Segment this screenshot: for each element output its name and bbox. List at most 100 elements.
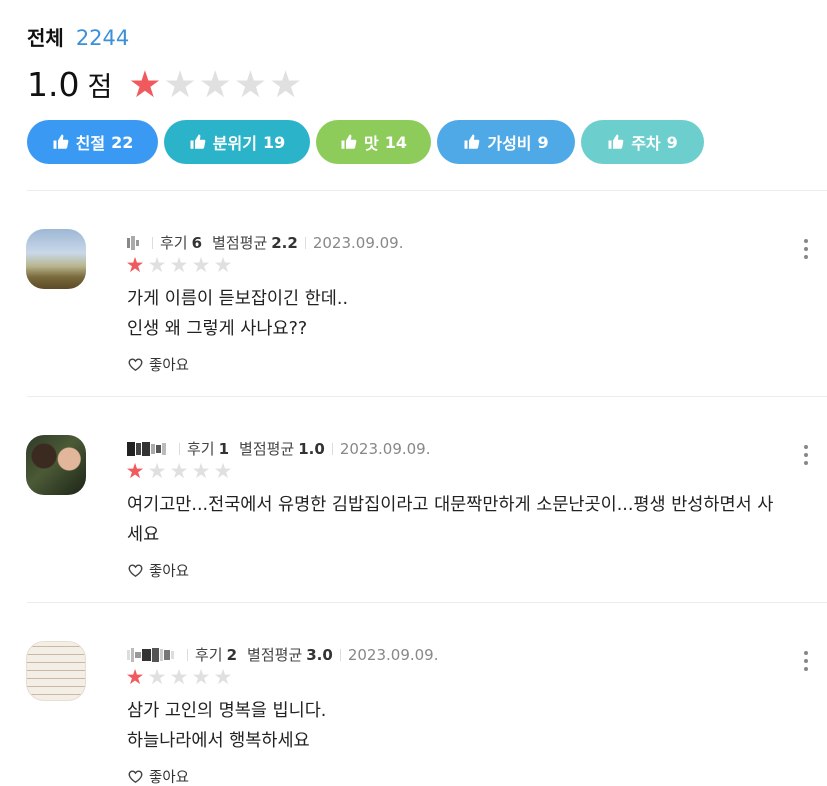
like-button[interactable]: 좋아요 bbox=[127, 354, 189, 375]
thumbs-up-icon bbox=[190, 134, 206, 149]
score-row: 1.0 점 ★ ★ ★ ★ ★ bbox=[27, 65, 302, 104]
keyword-chips: 친절 22 분위기 19 맛 14 가성비 9 주차 9 bbox=[27, 120, 704, 164]
review-star-rating: ★ ★ ★ ★ ★ bbox=[124, 255, 234, 276]
star-icon: ★ bbox=[269, 63, 303, 106]
heart-outline-icon bbox=[128, 564, 143, 578]
avg-rating: 3.0 bbox=[306, 645, 333, 664]
star-icon: ★ bbox=[169, 459, 189, 483]
chip-label: 주차 bbox=[631, 134, 661, 153]
star-icon: ★ bbox=[191, 253, 211, 277]
review-date: 2023.09.09. bbox=[339, 439, 431, 458]
heart-outline-icon bbox=[128, 358, 143, 372]
like-label: 좋아요 bbox=[149, 358, 190, 374]
thumbs-up-icon bbox=[341, 134, 357, 149]
review-star-rating: ★ ★ ★ ★ ★ bbox=[124, 667, 234, 688]
avatar[interactable] bbox=[26, 641, 86, 701]
nickname-blurred[interactable] bbox=[127, 647, 174, 662]
chip-count: 14 bbox=[384, 132, 407, 152]
review-text: 가게 이름이 듣보잡이긴 한데.. 인생 왜 그렇게 사나요?? bbox=[127, 284, 817, 344]
heart-outline-icon bbox=[128, 770, 143, 784]
star-icon: ★ bbox=[169, 253, 189, 277]
more-vertical-icon bbox=[804, 445, 808, 449]
review-text-line: 여기고만...전국에서 유명한 김밥집이라고 대문짝만하게 소문난곳이...평생… bbox=[127, 495, 774, 515]
review-count-label: 후기 bbox=[160, 234, 188, 252]
review-text-line: 인생 왜 그렇게 사나요?? bbox=[127, 319, 308, 339]
review-count: 1 bbox=[218, 439, 230, 458]
avg-rating-label: 별점평균 bbox=[212, 234, 268, 252]
avatar[interactable] bbox=[26, 229, 86, 289]
avatar[interactable] bbox=[26, 435, 86, 495]
chip-label: 친절 bbox=[75, 134, 106, 153]
star-icon: ★ bbox=[147, 459, 167, 483]
separator bbox=[331, 442, 333, 455]
star-icon: ★ bbox=[169, 665, 189, 689]
thumbs-up-icon bbox=[608, 134, 624, 149]
like-button[interactable]: 좋아요 bbox=[127, 560, 189, 581]
more-options-button[interactable] bbox=[803, 651, 809, 671]
average-score: 1.0 bbox=[27, 65, 80, 104]
chip-taste[interactable]: 맛 14 bbox=[316, 120, 431, 164]
chip-count: 22 bbox=[111, 132, 134, 152]
chip-label: 가성비 bbox=[487, 134, 532, 153]
review-count-label: 후기 bbox=[195, 646, 223, 664]
star-icon: ★ bbox=[191, 459, 211, 483]
review-text-line: 삼가 고인의 명복을 빕니다. bbox=[127, 701, 327, 721]
more-options-button[interactable] bbox=[803, 445, 809, 465]
review-date: 2023.09.09. bbox=[347, 645, 439, 664]
star-icon: ★ bbox=[213, 253, 233, 277]
star-icon: ★ bbox=[128, 63, 162, 106]
divider bbox=[27, 396, 827, 397]
nickname-blurred[interactable] bbox=[127, 235, 139, 250]
separator bbox=[179, 442, 180, 455]
star-icon: ★ bbox=[125, 459, 145, 483]
nickname-blurred[interactable] bbox=[127, 441, 166, 456]
total-label: 전체 bbox=[27, 26, 64, 50]
star-icon: ★ bbox=[147, 665, 167, 689]
total-row: 전체 2244 bbox=[27, 22, 302, 51]
chip-label: 맛 bbox=[364, 134, 379, 153]
chip-count: 9 bbox=[537, 132, 549, 152]
star-icon: ★ bbox=[233, 63, 268, 106]
star-icon: ★ bbox=[198, 63, 232, 106]
review-text-line: 가게 이름이 듣보잡이긴 한데.. bbox=[127, 289, 349, 309]
total-count: 2244 bbox=[75, 26, 130, 50]
star-icon: ★ bbox=[213, 459, 233, 483]
like-button[interactable]: 좋아요 bbox=[127, 766, 189, 786]
chip-atmosphere[interactable]: 분위기 19 bbox=[164, 120, 310, 164]
separator bbox=[304, 236, 306, 249]
avg-rating: 2.2 bbox=[271, 233, 298, 252]
review-text: 여기고만...전국에서 유명한 김밥집이라고 대문짝만하게 소문난곳이...평생… bbox=[127, 490, 817, 550]
divider bbox=[27, 190, 827, 191]
chip-count: 9 bbox=[666, 132, 678, 152]
review-text-line: 하늘나라에서 행복하세요 bbox=[127, 731, 310, 751]
chip-parking[interactable]: 주차 9 bbox=[581, 120, 704, 164]
review-date: 2023.09.09. bbox=[312, 233, 404, 252]
review-meta: 후기 2 별점평균 3.0 2023.09.09. bbox=[127, 644, 438, 665]
score-unit: 점 bbox=[87, 72, 113, 103]
star-icon: ★ bbox=[213, 665, 233, 689]
star-icon: ★ bbox=[125, 665, 145, 689]
review-text: 삼가 고인의 명복을 빕니다. 하늘나라에서 행복하세요 bbox=[127, 696, 817, 756]
separator bbox=[339, 648, 341, 661]
star-icon: ★ bbox=[125, 253, 145, 277]
thumbs-up-icon bbox=[53, 134, 69, 149]
avg-rating: 1.0 bbox=[298, 439, 325, 458]
review-star-rating: ★ ★ ★ ★ ★ bbox=[124, 461, 234, 482]
star-icon: ★ bbox=[163, 63, 197, 106]
chip-count: 19 bbox=[262, 132, 286, 152]
review-meta: 후기 1 별점평균 1.0 2023.09.09. bbox=[127, 438, 430, 459]
thumbs-up-icon bbox=[464, 134, 480, 149]
review-count: 2 bbox=[226, 645, 238, 664]
separator bbox=[152, 236, 153, 249]
like-label: 좋아요 bbox=[149, 770, 190, 786]
chip-label: 분위기 bbox=[212, 134, 257, 153]
review-count-label: 후기 bbox=[187, 440, 215, 458]
average-star-rating: ★ ★ ★ ★ ★ bbox=[128, 66, 302, 103]
chip-value[interactable]: 가성비 9 bbox=[437, 120, 575, 164]
rating-summary: 전체 2244 1.0 점 ★ ★ ★ ★ ★ bbox=[27, 22, 302, 104]
review-count: 6 bbox=[191, 233, 203, 252]
avg-rating-label: 별점평균 bbox=[247, 646, 303, 664]
more-options-button[interactable] bbox=[803, 239, 809, 259]
more-vertical-icon bbox=[804, 651, 808, 655]
chip-kindness[interactable]: 친절 22 bbox=[27, 120, 158, 164]
